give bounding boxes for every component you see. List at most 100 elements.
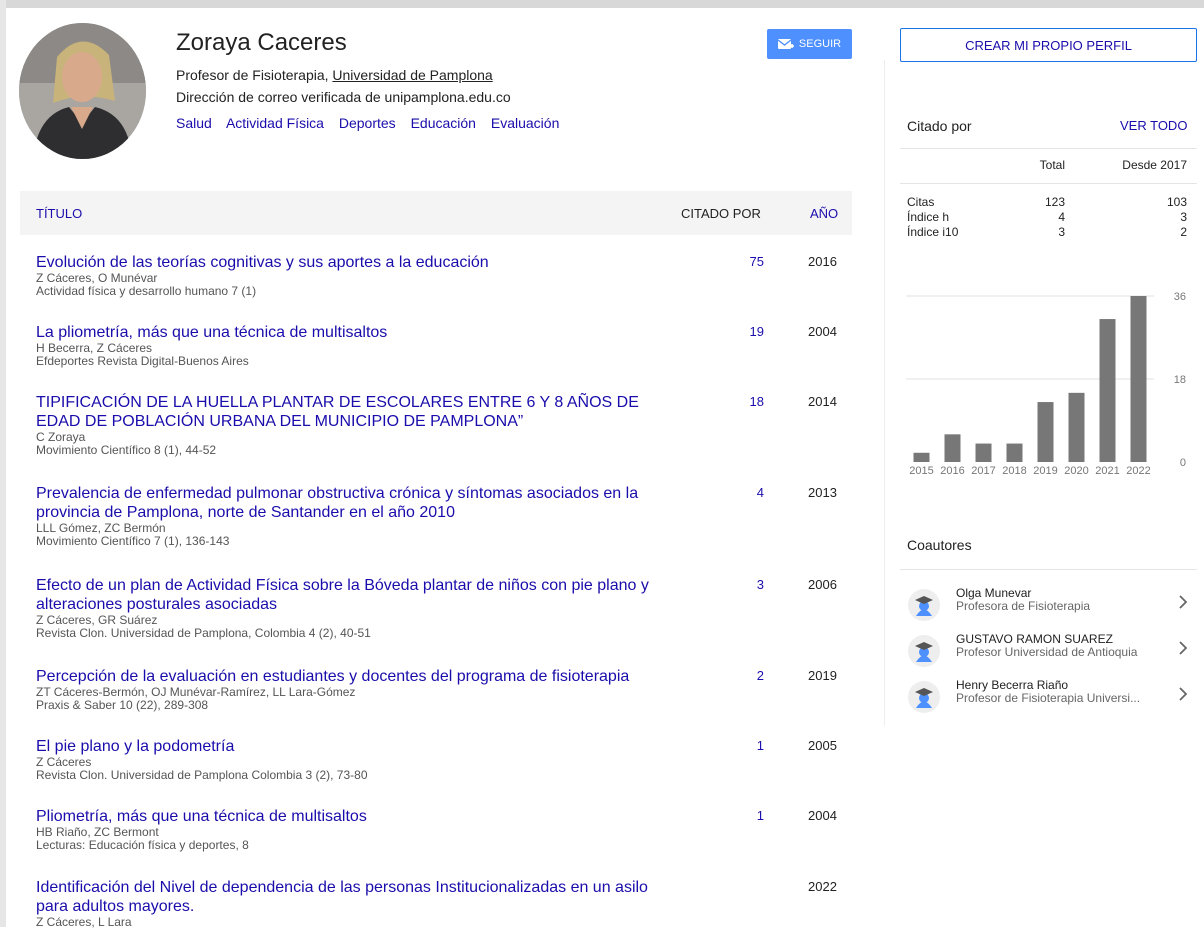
window-left-edge (0, 0, 6, 927)
coauthor-item[interactable]: Olga Munevar Profesora de Fisioterapia (900, 586, 1197, 626)
article-year: 2022 (808, 879, 837, 894)
chart-bar[interactable] (913, 452, 930, 462)
coauthor-item[interactable]: Henry Becerra Riaño Profesor de Fisioter… (900, 678, 1197, 718)
articles-table-header: TÍTULO CITADO POR AÑO (20, 191, 852, 235)
article-row: TIPIFICACIÓN DE LA HUELLA PLANTAR DE ESC… (36, 393, 852, 457)
article-authors: Z Cáceres, L Lara (36, 915, 132, 929)
article-row: Percepción de la evaluación en estudiant… (36, 667, 852, 712)
chart-x-tick-label: 2019 (1033, 465, 1057, 477)
profile-email-verified: Dirección de correo verificada de unipam… (176, 89, 511, 105)
article-title[interactable]: Percepción de la evaluación en estudiant… (36, 667, 676, 686)
follow-button[interactable]: SEGUIR (767, 29, 852, 59)
affiliation-text: Profesor de Fisioterapia, (176, 67, 333, 83)
article-venue: Revista Clon. Universidad de Pamplona Co… (36, 768, 368, 782)
sort-by-title[interactable]: TÍTULO (36, 206, 82, 221)
article-cited-count[interactable]: 4 (734, 485, 764, 500)
article-year: 2013 (808, 485, 837, 500)
article-cited-count[interactable]: 19 (734, 324, 764, 339)
article-cited-count[interactable]: 75 (734, 254, 764, 269)
chart-x-tick-label: 2018 (1002, 465, 1026, 477)
sort-by-cited[interactable]: CITADO POR (681, 206, 761, 221)
article-title[interactable]: Pliometría, más que una técnica de multi… (36, 807, 676, 826)
chart-x-tick-label: 2017 (971, 465, 995, 477)
follow-label: SEGUIR (798, 38, 842, 50)
article-row: Evolución de las teorías cognitivas y su… (36, 253, 852, 298)
stats-total: 123 (1044, 195, 1065, 209)
scholar-avatar-icon (908, 589, 940, 621)
article-row: El pie plano y la podometría Z Cáceres R… (36, 737, 852, 782)
view-all-button[interactable]: VER TODO (1120, 118, 1187, 133)
interest-tag[interactable]: Salud (176, 115, 212, 131)
affiliation-link[interactable]: Universidad de Pamplona (332, 67, 492, 83)
article-cited-count[interactable]: 3 (734, 577, 764, 592)
chart-bar[interactable] (1099, 319, 1116, 462)
article-year: 2004 (808, 324, 837, 339)
sidebar-divider (884, 60, 885, 726)
stats-since: 103 (1166, 195, 1187, 209)
chart-bar[interactable] (1130, 296, 1147, 462)
interest-tag[interactable]: Actividad Física (226, 115, 324, 131)
article-title[interactable]: La pliometría, más que una técnica de mu… (36, 323, 676, 342)
article-row: Pliometría, más que una técnica de multi… (36, 807, 852, 852)
chart-bar[interactable] (944, 434, 961, 462)
coauthor-item[interactable]: GUSTAVO RAMON SUAREZ Profesor Universida… (900, 632, 1197, 672)
chevron-right-icon (1179, 687, 1188, 701)
chevron-right-icon (1179, 595, 1188, 609)
article-title[interactable]: Evolución de las teorías cognitivas y su… (36, 253, 676, 272)
chart-x-tick-label: 2015 (909, 465, 933, 477)
chart-bar[interactable] (975, 443, 992, 462)
stats-since: 3 (1180, 210, 1187, 224)
article-year: 2004 (808, 808, 837, 823)
divider (900, 569, 1197, 570)
stats-total: 3 (1058, 225, 1065, 239)
stats-since: 2 (1180, 225, 1187, 239)
stats-label: Índice i10 (907, 225, 959, 239)
interest-tag[interactable]: Evaluación (491, 115, 560, 131)
article-title[interactable]: Efecto de un plan de Actividad Física so… (36, 576, 676, 614)
article-year: 2005 (808, 738, 837, 753)
article-year: 2006 (808, 577, 837, 592)
interest-tag[interactable]: Deportes (339, 115, 396, 131)
interest-tag[interactable]: Educación (411, 115, 476, 131)
chart-x-tick-label: 2016 (940, 465, 964, 477)
profile-name: Zoraya Caceres (176, 29, 347, 56)
cited-by-title: Citado por (907, 118, 972, 134)
coauthor-name: Henry Becerra Riaño (956, 678, 1069, 692)
article-year: 2014 (808, 394, 837, 409)
article-cited-count[interactable]: 2 (734, 668, 764, 683)
create-profile-button[interactable]: CREAR MI PROPIO PERFIL (900, 28, 1197, 62)
chart-y-tick-label: 0 (1180, 457, 1186, 469)
chart-bar[interactable] (1037, 402, 1054, 462)
email-follow-icon (777, 38, 794, 49)
article-year: 2016 (808, 254, 837, 269)
coauthor-affiliation: Profesor Universidad de Antioquia (956, 645, 1138, 659)
article-cited-count[interactable]: 18 (734, 394, 764, 409)
article-title[interactable]: Prevalencia de enfermedad pulmonar obstr… (36, 484, 676, 522)
coauthor-name: Olga Munevar (956, 586, 1032, 600)
article-row: La pliometría, más que una técnica de mu… (36, 323, 852, 368)
article-title[interactable]: Identificación del Nivel de dependencia … (36, 878, 676, 916)
article-row: Identificación del Nivel de dependencia … (36, 878, 852, 929)
divider (900, 148, 1197, 149)
chart-bar[interactable] (1006, 443, 1023, 462)
stats-total: 4 (1058, 210, 1065, 224)
chart-x-tick-label: 2022 (1126, 465, 1150, 477)
coauthor-affiliation: Profesora de Fisioterapia (956, 599, 1091, 613)
scholar-avatar-icon (908, 681, 940, 713)
article-title[interactable]: El pie plano y la podometría (36, 737, 676, 756)
article-row: Efecto de un plan de Actividad Física so… (36, 576, 852, 640)
chart-y-tick-label: 36 (1174, 291, 1186, 303)
article-title[interactable]: TIPIFICACIÓN DE LA HUELLA PLANTAR DE ESC… (36, 393, 676, 431)
citations-chart: 0 18 36 2015 2016 2017 2018 2019 2020 2021 2022 (906, 291, 1186, 477)
chart-bar[interactable] (1068, 392, 1085, 462)
article-venue: Actividad física y desarrollo humano 7 (… (36, 284, 257, 298)
stats-col-total: Total (1039, 158, 1065, 172)
sort-by-year[interactable]: AÑO (810, 206, 838, 221)
article-venue: Lecturas: Educación física y deportes, 8 (36, 838, 249, 852)
profile-photo (19, 23, 146, 159)
article-cited-count[interactable]: 1 (734, 808, 764, 823)
chevron-right-icon (1179, 641, 1188, 655)
article-venue: Praxis & Saber 10 (22), 289-308 (36, 698, 209, 712)
article-cited-count[interactable]: 1 (734, 738, 764, 753)
window-top-edge (0, 0, 1204, 8)
